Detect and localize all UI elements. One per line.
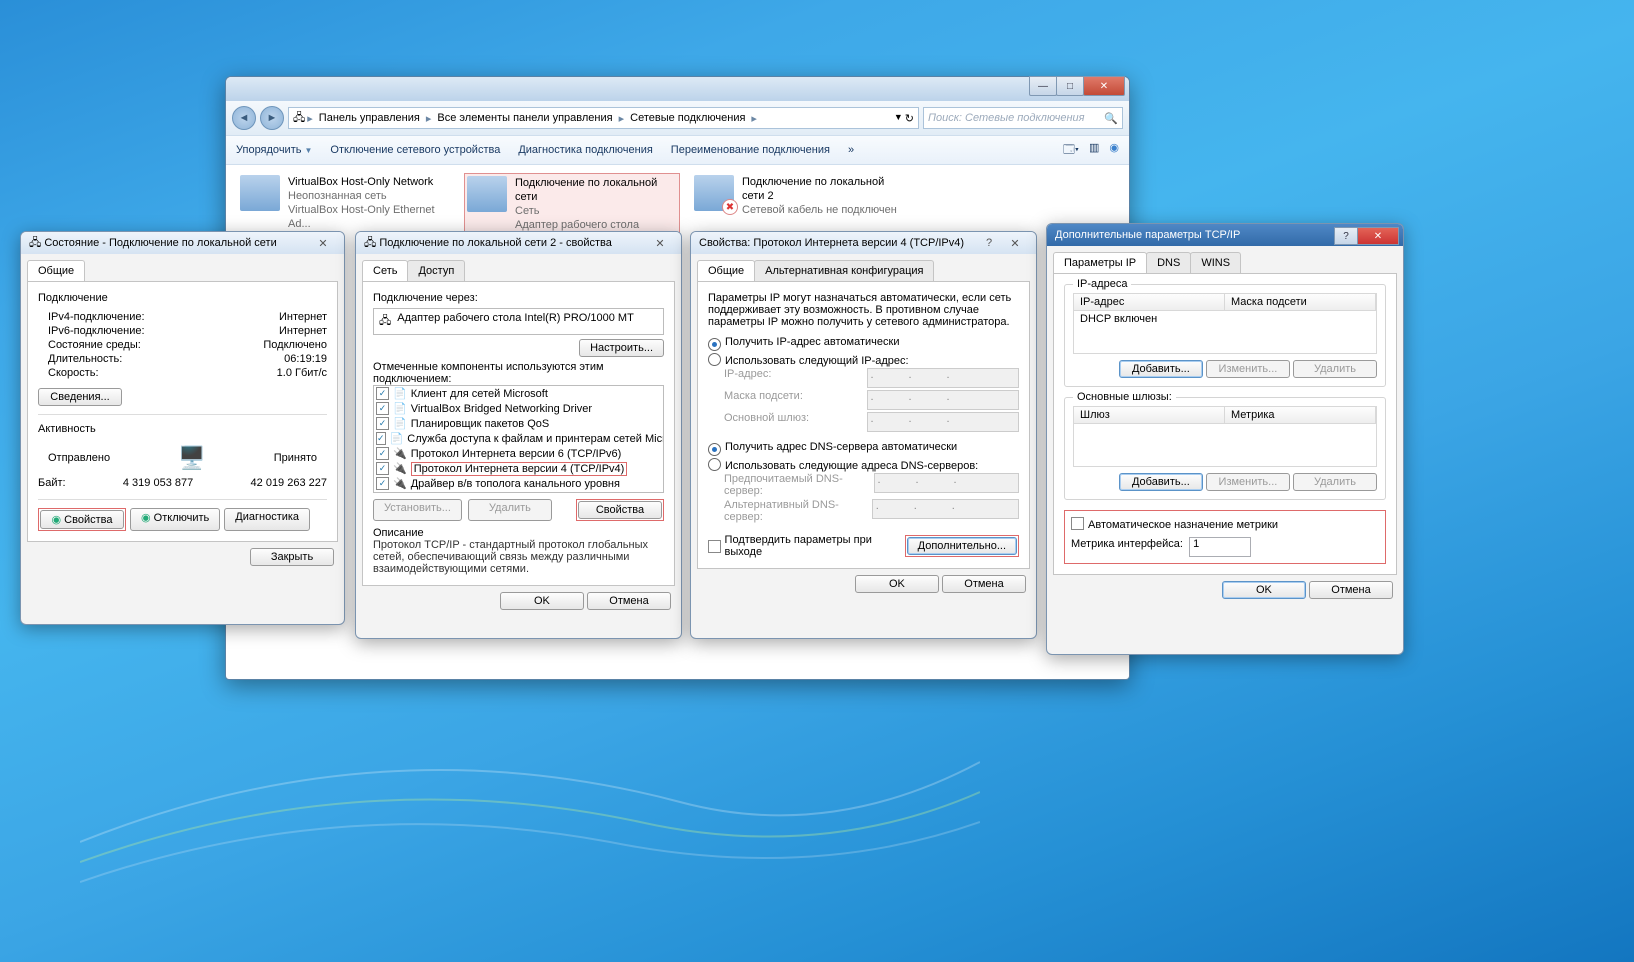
forward-button[interactable]: ► <box>260 106 284 130</box>
maximize-button[interactable]: □ <box>1056 76 1084 96</box>
remove-gw-button[interactable]: Удалить <box>1293 473 1377 491</box>
item-properties-button[interactable]: Свойства <box>578 501 662 519</box>
network-icon: 🖧 <box>364 234 376 253</box>
status-dialog: 🖧 Состояние - Подключение по локальной с… <box>20 231 345 625</box>
cmd-disable[interactable]: Отключение сетевого устройства <box>330 144 500 156</box>
uninstall-button[interactable]: Удалить <box>468 499 552 521</box>
tab-access[interactable]: Доступ <box>407 260 465 281</box>
ok-button[interactable]: OK <box>855 575 939 593</box>
auto-metric-checkbox[interactable] <box>1071 517 1084 530</box>
interface-metric-input[interactable]: 1 <box>1189 537 1251 557</box>
gateway-field: ... <box>867 412 1019 432</box>
radio-use-dns[interactable]: Использовать следующие адреса DNS-сервер… <box>708 458 1019 472</box>
back-button[interactable]: ◄ <box>232 106 256 130</box>
tab-ip-settings[interactable]: Параметры IP <box>1053 252 1147 273</box>
dialog-title: Состояние - Подключение по локальной сет… <box>44 237 276 249</box>
control-panel-icon: 🖧 <box>293 109 305 128</box>
adapter-icon <box>240 175 280 211</box>
tab-dns[interactable]: DNS <box>1146 252 1191 273</box>
adapter-icon: 🖧 <box>379 312 391 331</box>
close-icon[interactable]: ✕ <box>645 236 675 250</box>
search-input[interactable]: Поиск: Сетевые подключения 🔍 <box>923 107 1123 129</box>
tab-network[interactable]: Сеть <box>362 260 408 281</box>
activity-icon: 🖥️ <box>178 445 205 471</box>
edit-gw-button[interactable]: Изменить... <box>1206 473 1290 491</box>
disable-button[interactable]: ◉ Отключить <box>130 508 220 531</box>
adapter-icon <box>694 175 734 211</box>
validate-checkbox[interactable] <box>708 540 721 553</box>
cancel-button[interactable]: Отмена <box>587 592 671 610</box>
advanced-tcpip-dialog: Дополнительные параметры TCP/IP ? ✕ Пара… <box>1046 223 1404 655</box>
cmd-rename[interactable]: Переименование подключения <box>671 144 830 156</box>
add-gw-button[interactable]: Добавить... <box>1119 473 1203 491</box>
wallpaper-swoosh <box>80 642 980 902</box>
add-ip-button[interactable]: Добавить... <box>1119 360 1203 378</box>
remove-ip-button[interactable]: Удалить <box>1293 360 1377 378</box>
install-button[interactable]: Установить... <box>373 499 462 521</box>
preview-pane-icon[interactable]: ▥ <box>1089 141 1099 160</box>
tab-alternate[interactable]: Альтернативная конфигурация <box>754 260 934 281</box>
diagnose-button[interactable]: Диагностика <box>224 508 310 531</box>
ip-addresses-list[interactable]: DHCP включен <box>1073 311 1377 354</box>
close-button[interactable]: ✕ <box>1357 227 1399 245</box>
gateways-list[interactable] <box>1073 424 1377 467</box>
cmd-more[interactable]: » <box>848 144 854 156</box>
close-button[interactable]: Закрыть <box>250 548 334 566</box>
close-icon[interactable]: ✕ <box>1000 236 1030 250</box>
configure-button[interactable]: Настроить... <box>579 339 664 357</box>
bytes-sent: 4 319 053 877 <box>123 477 193 489</box>
edit-ip-button[interactable]: Изменить... <box>1206 360 1290 378</box>
properties-button[interactable]: ◉ Свойства <box>40 510 124 529</box>
help-icon[interactable]: ◉ <box>1109 141 1119 160</box>
cmd-organize[interactable]: Упорядочить ▼ <box>236 144 312 156</box>
view-icon[interactable]: 🗔▾ <box>1063 141 1079 160</box>
preferred-dns-field: ... <box>874 473 1019 493</box>
tab-general[interactable]: Общие <box>697 260 755 281</box>
ip-address-field: ... <box>867 368 1019 388</box>
dialog-title: Свойства: Протокол Интернета версии 4 (T… <box>699 237 964 249</box>
ok-button[interactable]: OK <box>1222 581 1306 599</box>
group-activity: Активность <box>38 423 327 435</box>
tab-general[interactable]: Общие <box>27 260 85 281</box>
breadcrumb[interactable]: 🖧 ▸ Панель управления▸ Все элементы пане… <box>288 107 919 129</box>
minimize-button[interactable]: — <box>1029 76 1057 96</box>
intro-text: Параметры IP могут назначаться автоматич… <box>708 292 1019 328</box>
adapter-properties-dialog: 🖧 Подключение по локальной сети 2 - свой… <box>355 231 682 639</box>
dialog-title: Подключение по локальной сети 2 - свойст… <box>379 237 612 249</box>
command-bar: Упорядочить ▼ Отключение сетевого устрой… <box>226 135 1129 165</box>
radio-obtain-ip-auto[interactable]: Получить IP-адрес автоматически <box>708 336 1019 351</box>
cancel-button[interactable]: Отмена <box>942 575 1026 593</box>
close-icon[interactable]: ✕ <box>308 236 338 250</box>
cmd-diagnose[interactable]: Диагностика подключения <box>518 144 652 156</box>
search-icon: 🔍 <box>1104 112 1118 125</box>
radio-obtain-dns-auto[interactable]: Получить адрес DNS-сервера автоматически <box>708 441 1019 456</box>
group-connection: Подключение <box>38 292 327 304</box>
network-icon: 🖧 <box>29 234 41 253</box>
components-list[interactable]: ✓📄 Клиент для сетей Microsoft ✓📄 Virtual… <box>373 385 664 493</box>
radio-use-ip[interactable]: Использовать следующий IP-адрес: <box>708 353 1019 367</box>
bytes-recv: 42 019 263 227 <box>251 477 327 489</box>
dialog-title: Дополнительные параметры TCP/IP <box>1055 229 1240 241</box>
subnet-mask-field: ... <box>867 390 1019 410</box>
tab-wins[interactable]: WINS <box>1190 252 1241 273</box>
details-button[interactable]: Сведения... <box>38 388 122 406</box>
description-text: Протокол TCP/IP - стандартный протокол г… <box>373 539 664 575</box>
ipv4-properties-dialog: Свойства: Протокол Интернета версии 4 (T… <box>690 231 1037 639</box>
advanced-button[interactable]: Дополнительно... <box>907 537 1017 555</box>
close-button[interactable]: ✕ <box>1083 76 1125 96</box>
alternate-dns-field: ... <box>872 499 1019 519</box>
adapter-field: 🖧Адаптер рабочего стола Intel(R) PRO/100… <box>373 308 664 335</box>
cancel-button[interactable]: Отмена <box>1309 581 1393 599</box>
adapter-icon <box>467 176 507 212</box>
ok-button[interactable]: OK <box>500 592 584 610</box>
help-button[interactable]: ? <box>1334 227 1358 245</box>
